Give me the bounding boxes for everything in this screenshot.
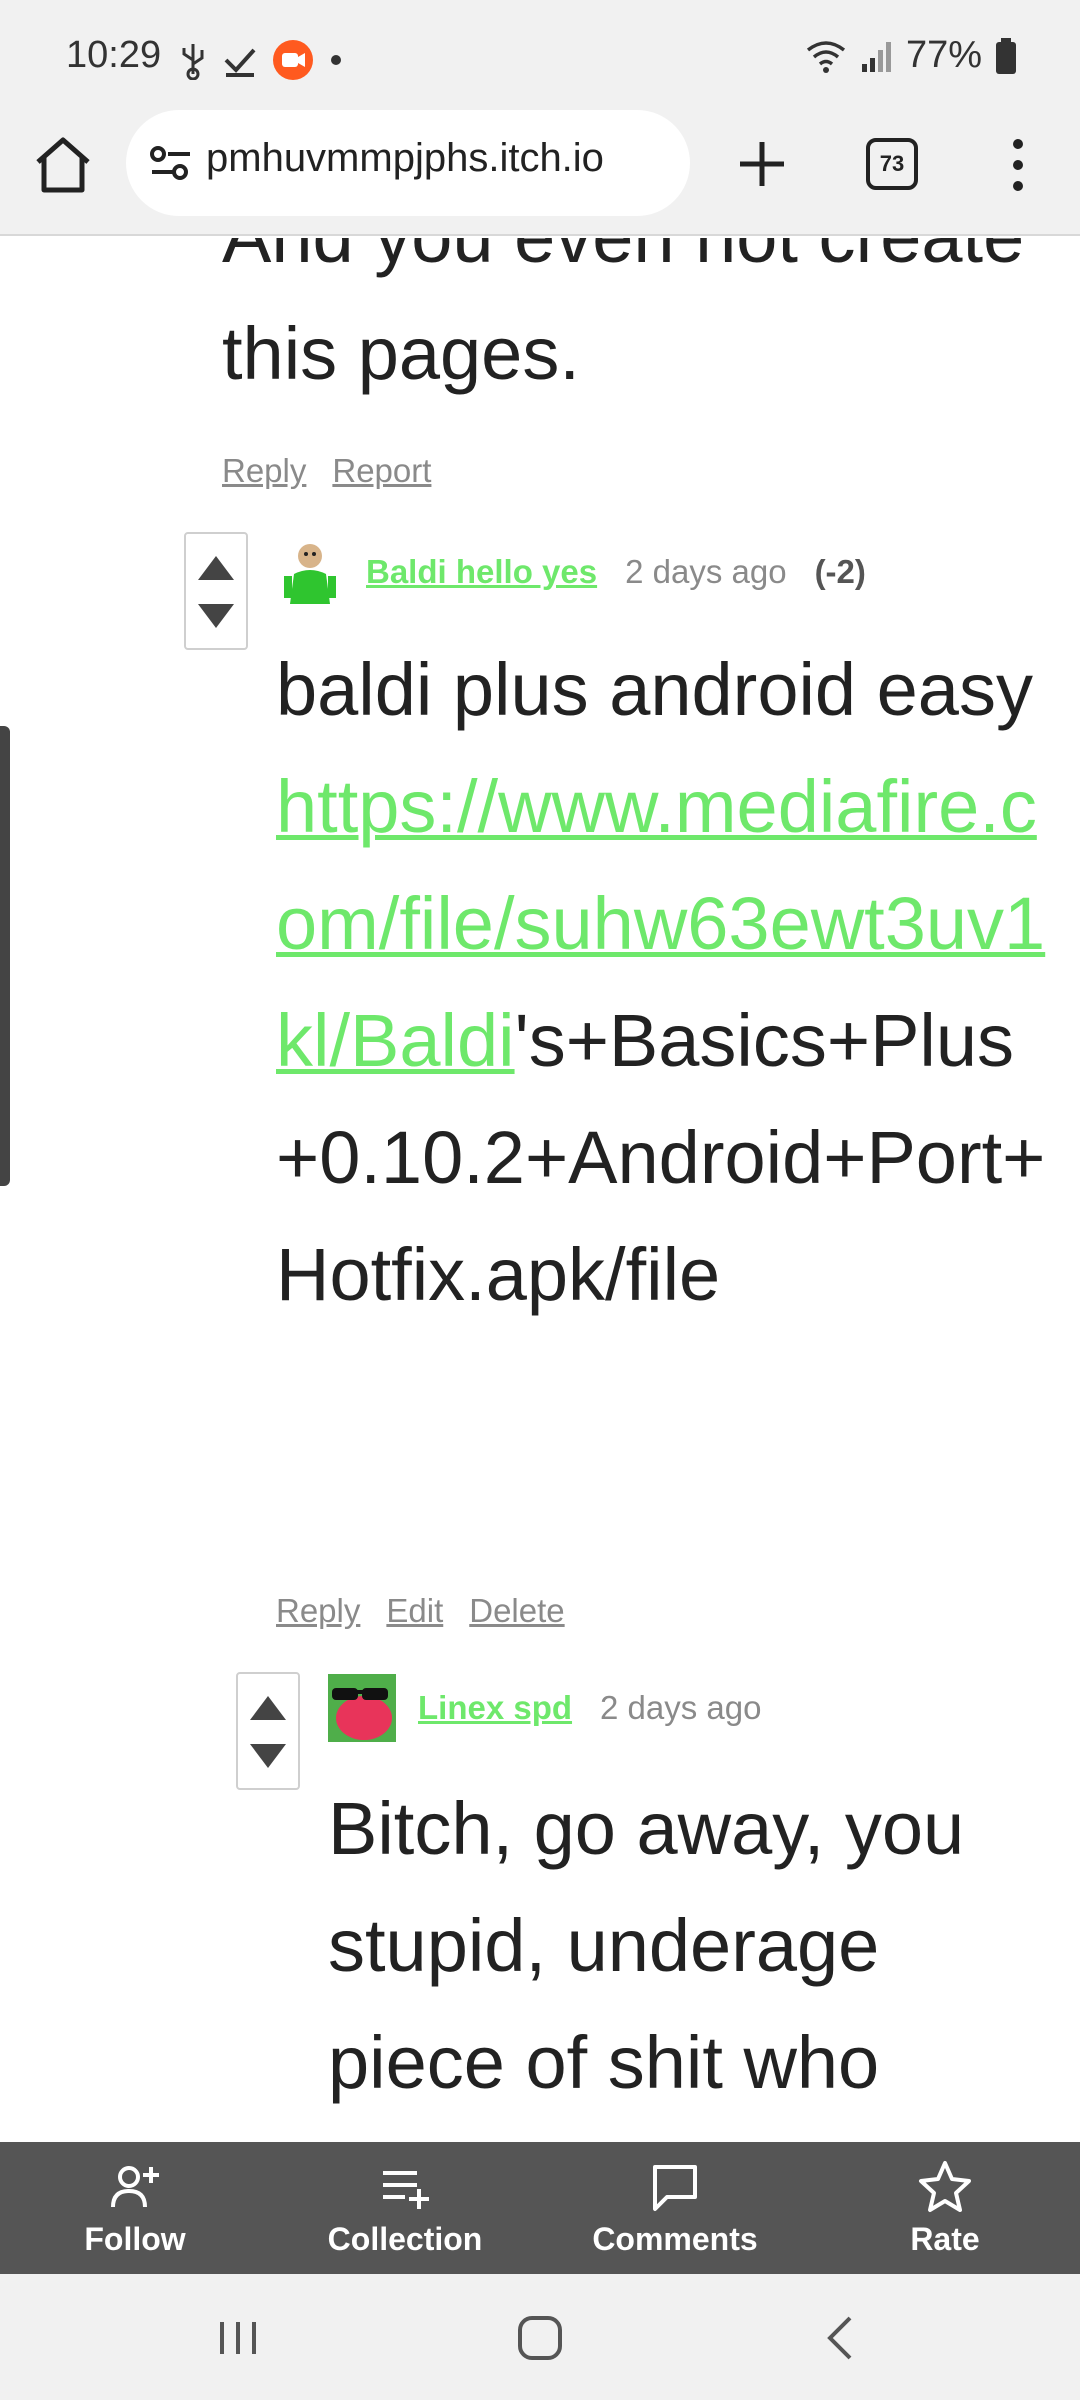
status-time: 10:29 [66, 34, 162, 76]
comment-header: Baldi hello yes 2 days ago (-2) [276, 532, 866, 612]
follow-icon [111, 2165, 159, 2207]
avatar[interactable] [328, 1674, 396, 1742]
dot-icon [331, 55, 341, 65]
battery-icon [996, 37, 1016, 74]
rate-button[interactable]: Rate [810, 2142, 1080, 2274]
avatar[interactable] [276, 538, 344, 606]
site-settings-icon[interactable] [148, 140, 194, 186]
recent-apps-icon[interactable] [208, 2310, 268, 2366]
comments-label: Comments [592, 2220, 758, 2257]
collection-icon [383, 2170, 429, 2209]
comment-header: Linex spd 2 days ago [328, 1672, 790, 1744]
author-link[interactable]: Linex spd [418, 1689, 572, 1727]
status-bar: 10:29 77% [0, 0, 1080, 110]
star-icon [919, 2160, 971, 2212]
follow-label: Follow [84, 2220, 186, 2257]
more-menu-icon[interactable] [1000, 132, 1036, 198]
reply-link[interactable]: Reply [276, 1592, 360, 1630]
vote-score: (-2) [814, 553, 866, 590]
comment-text: Bitch, go away, you stupid, underage pie… [328, 1787, 965, 2104]
upvote-icon[interactable] [196, 548, 236, 588]
signal-icon [861, 41, 891, 72]
page-content: And you even not create this pages. Repl… [0, 238, 1080, 2142]
edit-link[interactable]: Edit [386, 1592, 443, 1630]
home-nav-icon[interactable] [510, 2310, 570, 2366]
vote-box [184, 532, 248, 650]
tab-switcher-button[interactable]: 73 [866, 138, 918, 190]
home-icon[interactable] [30, 132, 96, 198]
comment-text: baldi plus android easy https://www.medi… [276, 631, 1056, 1333]
system-nav-bar [0, 2274, 1080, 2400]
comments-icon [653, 2164, 697, 2211]
reply-link[interactable]: Reply [222, 452, 306, 490]
back-icon[interactable] [812, 2310, 872, 2366]
comment-date: 2 days ago [625, 553, 787, 590]
comment-actions: Reply Edit Delete [276, 1592, 565, 1630]
status-notification-icons [178, 38, 344, 82]
delete-link[interactable]: Delete [469, 1592, 564, 1630]
address-bar[interactable]: pmhuvmmpjphs.itch.io [126, 110, 690, 216]
collection-button[interactable]: Collection [270, 2142, 540, 2274]
browser-toolbar: pmhuvmmpjphs.itch.io 73 [0, 110, 1080, 236]
status-right: 77% [804, 34, 1018, 77]
game-action-bar: Follow Collection Comments Rate [0, 2142, 1080, 2274]
collection-label: Collection [327, 2220, 483, 2257]
usb-icon [182, 44, 204, 80]
comments-button[interactable]: Comments [540, 2142, 810, 2274]
vote-box [236, 1672, 300, 1790]
check-icon [224, 48, 256, 77]
url-text[interactable]: pmhuvmmpjphs.itch.io [206, 136, 676, 192]
downvote-icon[interactable] [196, 596, 236, 636]
report-link[interactable]: Report [332, 452, 431, 490]
tab-count: 73 [879, 151, 905, 176]
author-link[interactable]: Baldi hello yes [366, 553, 597, 591]
recorder-icon [273, 40, 313, 80]
downvote-icon[interactable] [248, 1736, 288, 1776]
upvote-icon[interactable] [248, 1688, 288, 1728]
url-value: pmhuvmmpjphs.itch.io [206, 136, 604, 180]
rate-label: Rate [910, 2220, 980, 2257]
comment-date: 2 days ago [600, 1689, 762, 1726]
edge-panel-handle[interactable] [0, 726, 10, 1186]
follow-button[interactable]: Follow [0, 2142, 270, 2274]
new-tab-icon[interactable] [730, 132, 794, 196]
wifi-icon [806, 40, 846, 73]
comment-actions: Reply Report [222, 452, 431, 490]
comment-text-start: baldi plus android easy [276, 648, 1033, 731]
battery-percent: 77% [905, 34, 982, 76]
comment-text: And you even not create this pages. [222, 238, 1024, 395]
